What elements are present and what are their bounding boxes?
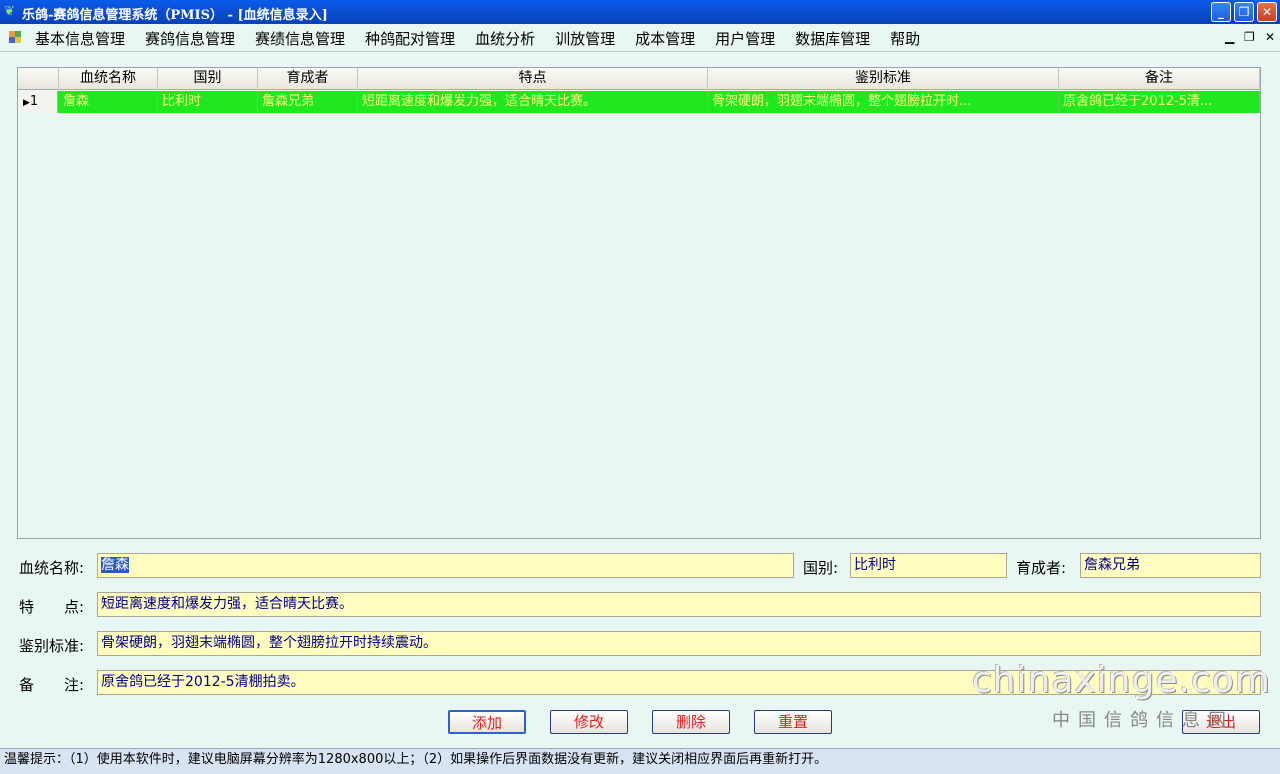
cell-standard[interactable]: 骨架硬朗，羽翅末端椭圆，整个翅膀拉开时... <box>708 91 1059 113</box>
reset-button[interactable]: 重置 <box>754 710 832 734</box>
cell-features[interactable]: 短距离速度和爆发力强，适合晴天比赛。 <box>358 91 708 113</box>
menu-bar: 基本信息管理 赛鸽信息管理 赛绩信息管理 种鸽配对管理 血统分析 训放管理 成本… <box>0 24 1280 52</box>
title-bar: ❦ 乐鸽-赛鸽信息管理系统（PMIS） - [血统信息录入] _ ❐ ✕ <box>0 0 1280 24</box>
menu-breeding-pairs[interactable]: 种鸽配对管理 <box>365 28 455 49</box>
menu-items: 基本信息管理 赛鸽信息管理 赛绩信息管理 种鸽配对管理 血统分析 训放管理 成本… <box>35 28 940 49</box>
grid-header: 血统名称 国别 育成者 特点 鉴别标准 备注 <box>18 68 1260 90</box>
menu-training[interactable]: 训放管理 <box>555 28 615 49</box>
restore-icon[interactable]: ❐ <box>1234 2 1254 22</box>
menu-users[interactable]: 用户管理 <box>715 28 775 49</box>
row-index: 1 <box>29 94 39 109</box>
table-row[interactable]: ▶1 詹森 比利时 詹森兄弟 短距离速度和爆发力强，适合晴天比赛。 骨架硬朗，羽… <box>18 91 1260 113</box>
app-icon: ❦ <box>4 4 15 19</box>
feature-label: 特 点: <box>19 598 85 616</box>
header-country[interactable]: 国别 <box>158 68 258 90</box>
add-button[interactable]: 添加 <box>448 710 526 734</box>
watermark-subtext: 中国信鸽信息网 <box>1052 710 1234 731</box>
close-icon[interactable]: ✕ <box>1257 2 1277 22</box>
standard-field[interactable]: 骨架硬朗，羽翅末端椭圆，整个翅膀拉开时持续震动。 <box>97 631 1261 656</box>
feature-field[interactable]: 短距离速度和爆发力强，适合晴天比赛。 <box>97 592 1261 617</box>
cell-breeder[interactable]: 詹森兄弟 <box>258 91 358 113</box>
row-pointer-icon: ▶ <box>23 98 30 108</box>
name-value: 詹森 <box>101 557 129 573</box>
country-label: 国别: <box>803 559 839 577</box>
cell-remark[interactable]: 原舍鸽已经于2012-5清... <box>1059 91 1260 113</box>
mdi-restore-icon[interactable]: ❐ <box>1244 30 1255 44</box>
row-indicator: ▶1 <box>18 91 58 113</box>
delete-button[interactable]: 删除 <box>652 710 730 734</box>
name-field[interactable]: 詹森 <box>97 553 794 578</box>
modify-button[interactable]: 修改 <box>550 710 628 734</box>
header-standard[interactable]: 鉴别标准 <box>708 68 1059 90</box>
bloodline-grid[interactable]: 血统名称 国别 育成者 特点 鉴别标准 备注 ▶1 詹森 比利时 詹森兄弟 短距… <box>17 67 1261 539</box>
menu-icon[interactable] <box>9 31 22 44</box>
header-remark[interactable]: 备注 <box>1059 68 1260 90</box>
menu-racing-pigeon[interactable]: 赛鸽信息管理 <box>145 28 235 49</box>
mdi-minimize-icon[interactable]: ▁ <box>1225 30 1234 44</box>
menu-basic-info[interactable]: 基本信息管理 <box>35 28 125 49</box>
header-breeder[interactable]: 育成者 <box>258 68 358 90</box>
header-features[interactable]: 特点 <box>358 68 708 90</box>
country-field[interactable]: 比利时 <box>850 553 1007 578</box>
name-label: 血统名称: <box>19 559 85 577</box>
minimize-icon[interactable]: _ <box>1211 2 1231 22</box>
cell-country[interactable]: 比利时 <box>158 91 258 113</box>
header-name[interactable]: 血统名称 <box>59 68 158 90</box>
remark-label: 备 注: <box>19 676 85 694</box>
watermark-logo: chinaxinge.com <box>972 660 1271 701</box>
standard-label: 鉴别标准: <box>19 637 85 655</box>
breeder-field[interactable]: 詹森兄弟 <box>1080 553 1261 578</box>
mdi-close-icon[interactable]: ✕ <box>1265 30 1275 44</box>
menu-help[interactable]: 帮助 <box>890 28 920 49</box>
window-title: 乐鸽-赛鸽信息管理系统（PMIS） - [血统信息录入] <box>22 8 328 23</box>
status-bar: 温馨提示：（1）使用本软件时，建议电脑屏幕分辨率为1280x800以上；（2）如… <box>0 748 1280 774</box>
cell-name[interactable]: 詹森 <box>59 91 158 113</box>
menu-database[interactable]: 数据库管理 <box>795 28 870 49</box>
menu-bloodline-analysis[interactable]: 血统分析 <box>475 28 535 49</box>
header-indicator <box>18 68 59 90</box>
menu-cost[interactable]: 成本管理 <box>635 28 695 49</box>
menu-race-results[interactable]: 赛绩信息管理 <box>255 28 345 49</box>
breeder-label: 育成者: <box>1016 559 1067 577</box>
